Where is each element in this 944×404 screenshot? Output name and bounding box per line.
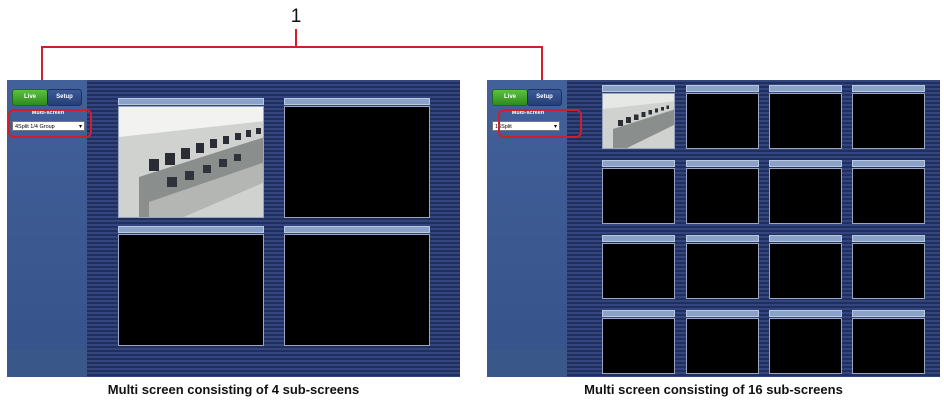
sub-screen-video bbox=[686, 243, 759, 299]
camera-image bbox=[602, 93, 675, 149]
sub-screen[interactable] bbox=[686, 310, 759, 374]
sub-screen[interactable] bbox=[852, 310, 925, 374]
sub-screen-title-bar bbox=[602, 85, 675, 92]
sub-screen-title-bar bbox=[852, 85, 925, 92]
sub-screen[interactable] bbox=[118, 98, 264, 218]
sub-screen-video bbox=[769, 243, 842, 299]
sub-screen-title-bar bbox=[686, 160, 759, 167]
callout-highlight bbox=[8, 109, 92, 138]
sub-screen[interactable] bbox=[602, 235, 675, 299]
sub-screen[interactable] bbox=[602, 310, 675, 374]
sub-screen-video bbox=[852, 93, 925, 149]
callout-highlight bbox=[498, 109, 582, 138]
sub-screen[interactable] bbox=[852, 235, 925, 299]
sub-screen-title-bar bbox=[284, 98, 430, 105]
sub-screen-title-bar bbox=[686, 235, 759, 242]
sub-screen-title-bar bbox=[769, 310, 842, 317]
setup-button[interactable]: Setup bbox=[47, 89, 82, 106]
sub-screen-video bbox=[686, 93, 759, 149]
conference-room-image bbox=[119, 107, 263, 217]
sub-screen[interactable] bbox=[852, 85, 925, 149]
conference-room-image bbox=[603, 94, 674, 148]
sub-screen-video bbox=[602, 243, 675, 299]
callout-number: 1 bbox=[290, 6, 302, 27]
sub-screen-video bbox=[686, 168, 759, 224]
sub-screen[interactable] bbox=[284, 226, 430, 346]
sub-screen[interactable] bbox=[769, 85, 842, 149]
sub-screen-title-bar bbox=[686, 85, 759, 92]
caption-4-split: Multi screen consisting of 4 sub-screens bbox=[107, 382, 360, 397]
sub-screen[interactable] bbox=[602, 85, 675, 149]
sub-screen-video bbox=[602, 318, 675, 374]
sub-screen-title-bar bbox=[852, 160, 925, 167]
sub-screen-video bbox=[769, 318, 842, 374]
sub-screen-title-bar bbox=[769, 235, 842, 242]
multiscreen-16-panel: Live Setup Multi-screen 16Split ▾ bbox=[487, 80, 940, 377]
live-button[interactable]: Live bbox=[12, 89, 48, 106]
sub-screen-title-bar bbox=[852, 235, 925, 242]
sub-screen-title-bar bbox=[852, 310, 925, 317]
sub-screen-video bbox=[118, 234, 264, 346]
sub-screen-video bbox=[852, 168, 925, 224]
sub-screen[interactable] bbox=[769, 310, 842, 374]
sub-screen[interactable] bbox=[118, 226, 264, 346]
sub-screen-video bbox=[686, 318, 759, 374]
sub-screen-title-bar bbox=[602, 160, 675, 167]
sub-screen[interactable] bbox=[852, 160, 925, 224]
camera-image bbox=[118, 106, 264, 218]
sub-screen-title-bar bbox=[769, 85, 842, 92]
live-button[interactable]: Live bbox=[492, 89, 528, 106]
sub-screen-title-bar bbox=[284, 226, 430, 233]
sub-screen-title-bar bbox=[118, 226, 264, 233]
sub-screen-title-bar bbox=[602, 310, 675, 317]
sub-screen-video bbox=[602, 168, 675, 224]
setup-button[interactable]: Setup bbox=[527, 89, 562, 106]
sub-screen-video bbox=[852, 318, 925, 374]
sub-screen-title-bar bbox=[686, 310, 759, 317]
sub-screen[interactable] bbox=[769, 235, 842, 299]
sub-screen-video bbox=[769, 168, 842, 224]
sub-screen-video bbox=[284, 234, 430, 346]
sub-screen-title-bar bbox=[769, 160, 842, 167]
sub-screen[interactable] bbox=[602, 160, 675, 224]
sub-screen[interactable] bbox=[284, 98, 430, 218]
sub-screen[interactable] bbox=[769, 160, 842, 224]
sub-screen-video bbox=[852, 243, 925, 299]
multiscreen-4-panel: Live Setup Multi-screen 4Split 1/4 Group… bbox=[7, 80, 460, 377]
sub-screen-video bbox=[769, 93, 842, 149]
sub-screen[interactable] bbox=[686, 85, 759, 149]
sub-screen[interactable] bbox=[686, 160, 759, 224]
sub-screen[interactable] bbox=[686, 235, 759, 299]
sub-screen-title-bar bbox=[118, 98, 264, 105]
sub-screen-title-bar bbox=[602, 235, 675, 242]
caption-16-split: Multi screen consisting of 16 sub-screen… bbox=[584, 382, 843, 397]
sub-screen-video bbox=[284, 106, 430, 218]
